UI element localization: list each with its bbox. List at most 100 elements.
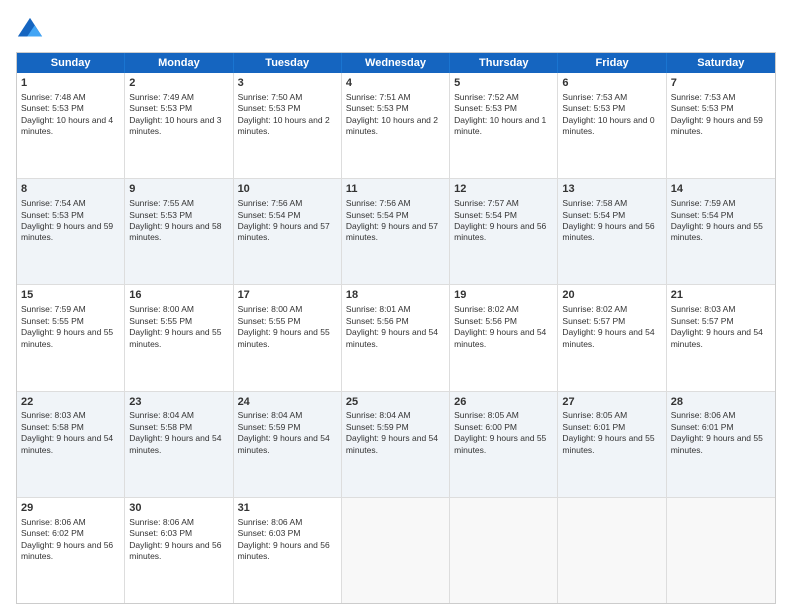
sunset: Sunset: 6:00 PM: [454, 422, 517, 432]
sunset: Sunset: 5:53 PM: [238, 103, 301, 113]
day-number: 21: [671, 288, 771, 303]
day-number: 7: [671, 76, 771, 91]
daylight: Daylight: 9 hours and 54 minutes.: [562, 327, 654, 348]
sunset: Sunset: 5:53 PM: [129, 103, 192, 113]
day-cell-27: 27 Sunrise: 8:05 AM Sunset: 6:01 PM Dayl…: [558, 392, 666, 497]
day-cell-13: 13 Sunrise: 7:58 AM Sunset: 5:54 PM Dayl…: [558, 179, 666, 284]
sunrise: Sunrise: 7:50 AM: [238, 92, 303, 102]
daylight: Daylight: 9 hours and 54 minutes.: [238, 433, 330, 454]
daylight: Daylight: 9 hours and 55 minutes.: [238, 327, 330, 348]
day-cell-21: 21 Sunrise: 8:03 AM Sunset: 5:57 PM Dayl…: [667, 285, 775, 390]
sunset: Sunset: 5:54 PM: [346, 210, 409, 220]
sunrise: Sunrise: 8:00 AM: [129, 304, 194, 314]
day-number: 1: [21, 76, 120, 91]
sunrise: Sunrise: 8:06 AM: [129, 517, 194, 527]
empty-cell: [558, 498, 666, 603]
day-number: 16: [129, 288, 228, 303]
sunrise: Sunrise: 7:49 AM: [129, 92, 194, 102]
day-cell-14: 14 Sunrise: 7:59 AM Sunset: 5:54 PM Dayl…: [667, 179, 775, 284]
day-cell-30: 30 Sunrise: 8:06 AM Sunset: 6:03 PM Dayl…: [125, 498, 233, 603]
day-number: 3: [238, 76, 337, 91]
sunset: Sunset: 5:54 PM: [454, 210, 517, 220]
day-number: 22: [21, 395, 120, 410]
day-cell-22: 22 Sunrise: 8:03 AM Sunset: 5:58 PM Dayl…: [17, 392, 125, 497]
daylight: Daylight: 9 hours and 55 minutes.: [454, 433, 546, 454]
header-thursday: Thursday: [450, 53, 558, 73]
day-cell-2: 2 Sunrise: 7:49 AM Sunset: 5:53 PM Dayli…: [125, 73, 233, 178]
day-cell-4: 4 Sunrise: 7:51 AM Sunset: 5:53 PM Dayli…: [342, 73, 450, 178]
day-number: 20: [562, 288, 661, 303]
sunrise: Sunrise: 7:52 AM: [454, 92, 519, 102]
calendar-row-2: 8 Sunrise: 7:54 AM Sunset: 5:53 PM Dayli…: [17, 179, 775, 285]
day-number: 10: [238, 182, 337, 197]
header-saturday: Saturday: [667, 53, 775, 73]
daylight: Daylight: 9 hours and 56 minutes.: [562, 221, 654, 242]
daylight: Daylight: 9 hours and 59 minutes.: [671, 115, 763, 136]
sunrise: Sunrise: 7:57 AM: [454, 198, 519, 208]
sunrise: Sunrise: 8:02 AM: [562, 304, 627, 314]
day-cell-28: 28 Sunrise: 8:06 AM Sunset: 6:01 PM Dayl…: [667, 392, 775, 497]
day-number: 29: [21, 501, 120, 516]
logo: [16, 16, 48, 44]
sunset: Sunset: 5:59 PM: [238, 422, 301, 432]
sunrise: Sunrise: 8:01 AM: [346, 304, 411, 314]
header-tuesday: Tuesday: [234, 53, 342, 73]
daylight: Daylight: 9 hours and 56 minutes.: [21, 540, 113, 561]
page: Sunday Monday Tuesday Wednesday Thursday…: [0, 0, 792, 612]
daylight: Daylight: 9 hours and 58 minutes.: [129, 221, 221, 242]
sunrise: Sunrise: 8:04 AM: [238, 410, 303, 420]
daylight: Daylight: 9 hours and 56 minutes.: [238, 540, 330, 561]
day-cell-15: 15 Sunrise: 7:59 AM Sunset: 5:55 PM Dayl…: [17, 285, 125, 390]
day-number: 4: [346, 76, 445, 91]
day-number: 28: [671, 395, 771, 410]
calendar-row-1: 1 Sunrise: 7:48 AM Sunset: 5:53 PM Dayli…: [17, 73, 775, 179]
calendar-body: 1 Sunrise: 7:48 AM Sunset: 5:53 PM Dayli…: [17, 73, 775, 603]
day-cell-24: 24 Sunrise: 8:04 AM Sunset: 5:59 PM Dayl…: [234, 392, 342, 497]
sunrise: Sunrise: 7:56 AM: [346, 198, 411, 208]
sunset: Sunset: 5:59 PM: [346, 422, 409, 432]
day-cell-20: 20 Sunrise: 8:02 AM Sunset: 5:57 PM Dayl…: [558, 285, 666, 390]
sunset: Sunset: 5:56 PM: [346, 316, 409, 326]
logo-icon: [16, 16, 44, 44]
day-number: 6: [562, 76, 661, 91]
sunset: Sunset: 5:58 PM: [129, 422, 192, 432]
sunrise: Sunrise: 8:05 AM: [562, 410, 627, 420]
day-cell-5: 5 Sunrise: 7:52 AM Sunset: 5:53 PM Dayli…: [450, 73, 558, 178]
sunrise: Sunrise: 8:02 AM: [454, 304, 519, 314]
sunset: Sunset: 5:54 PM: [238, 210, 301, 220]
empty-cell: [342, 498, 450, 603]
day-cell-11: 11 Sunrise: 7:56 AM Sunset: 5:54 PM Dayl…: [342, 179, 450, 284]
day-number: 31: [238, 501, 337, 516]
sunrise: Sunrise: 7:58 AM: [562, 198, 627, 208]
sunrise: Sunrise: 8:05 AM: [454, 410, 519, 420]
daylight: Daylight: 9 hours and 54 minutes.: [454, 327, 546, 348]
sunrise: Sunrise: 8:03 AM: [21, 410, 86, 420]
daylight: Daylight: 9 hours and 57 minutes.: [346, 221, 438, 242]
daylight: Daylight: 9 hours and 55 minutes.: [21, 327, 113, 348]
sunrise: Sunrise: 7:59 AM: [21, 304, 86, 314]
sunset: Sunset: 5:57 PM: [671, 316, 734, 326]
calendar-row-4: 22 Sunrise: 8:03 AM Sunset: 5:58 PM Dayl…: [17, 392, 775, 498]
daylight: Daylight: 10 hours and 0 minutes.: [562, 115, 654, 136]
sunset: Sunset: 5:53 PM: [346, 103, 409, 113]
sunrise: Sunrise: 8:04 AM: [346, 410, 411, 420]
sunrise: Sunrise: 8:06 AM: [238, 517, 303, 527]
day-cell-17: 17 Sunrise: 8:00 AM Sunset: 5:55 PM Dayl…: [234, 285, 342, 390]
sunset: Sunset: 5:55 PM: [238, 316, 301, 326]
daylight: Daylight: 9 hours and 54 minutes.: [346, 327, 438, 348]
sunset: Sunset: 5:53 PM: [671, 103, 734, 113]
sunset: Sunset: 5:56 PM: [454, 316, 517, 326]
sunrise: Sunrise: 7:54 AM: [21, 198, 86, 208]
sunset: Sunset: 6:01 PM: [562, 422, 625, 432]
daylight: Daylight: 10 hours and 3 minutes.: [129, 115, 221, 136]
daylight: Daylight: 9 hours and 54 minutes.: [21, 433, 113, 454]
day-cell-19: 19 Sunrise: 8:02 AM Sunset: 5:56 PM Dayl…: [450, 285, 558, 390]
day-number: 13: [562, 182, 661, 197]
empty-cell: [450, 498, 558, 603]
day-number: 5: [454, 76, 553, 91]
daylight: Daylight: 9 hours and 55 minutes.: [671, 433, 763, 454]
sunrise: Sunrise: 7:55 AM: [129, 198, 194, 208]
sunrise: Sunrise: 7:48 AM: [21, 92, 86, 102]
day-cell-16: 16 Sunrise: 8:00 AM Sunset: 5:55 PM Dayl…: [125, 285, 233, 390]
day-number: 2: [129, 76, 228, 91]
